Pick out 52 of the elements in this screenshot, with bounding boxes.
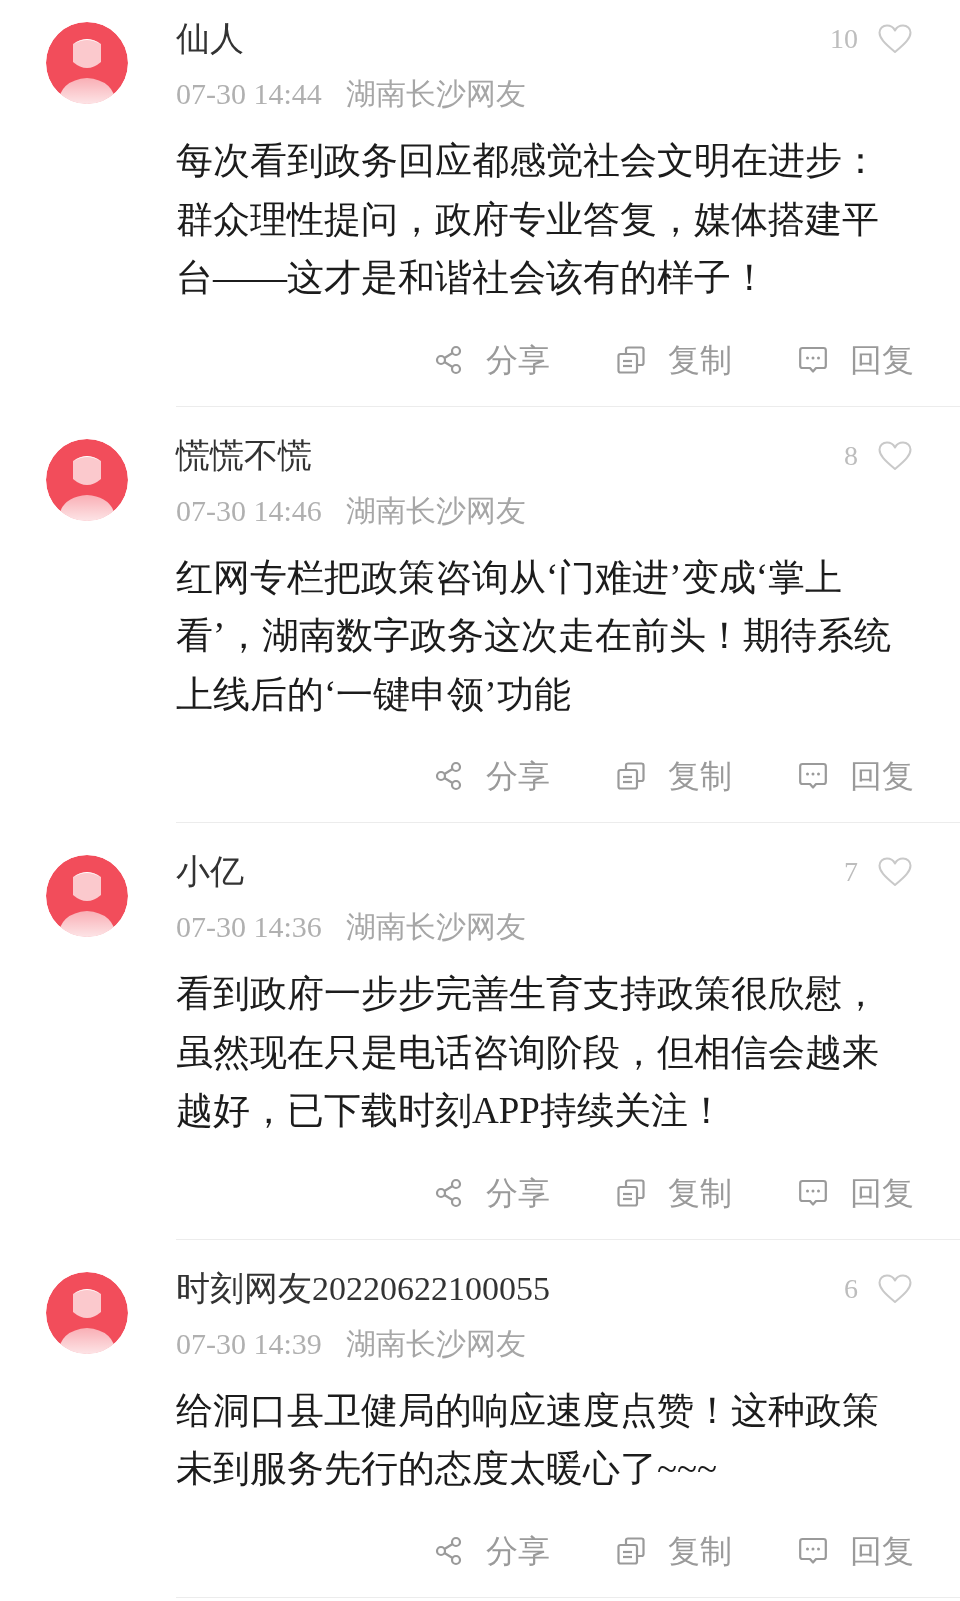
- heart-icon[interactable]: [878, 1273, 912, 1304]
- comment-location: 湖南长沙网友: [345, 492, 526, 529]
- heart-icon[interactable]: [878, 440, 912, 471]
- comment-location: 湖南长沙网友: [345, 76, 526, 112]
- copy-icon: [616, 1177, 646, 1208]
- comment-location: 湖南长沙网友: [345, 909, 526, 945]
- reply-button[interactable]: 回复: [798, 754, 914, 798]
- comment-bubble-icon: [798, 1177, 828, 1208]
- share-button[interactable]: 分享: [434, 337, 550, 382]
- share-icon: [434, 1177, 464, 1208]
- copy-icon: [616, 344, 646, 375]
- copy-button[interactable]: 复制: [616, 754, 732, 798]
- share-button[interactable]: 分享: [434, 1528, 550, 1573]
- avatar-icon: [46, 855, 128, 937]
- heart-icon[interactable]: [878, 857, 912, 887]
- username: 时刻网友20220622100055: [176, 1268, 550, 1309]
- copy-button[interactable]: 复制: [616, 1170, 732, 1215]
- comment-time: 07-30 14:46: [176, 492, 322, 529]
- share-icon: [434, 1535, 464, 1566]
- copy-icon: [616, 1535, 646, 1566]
- username: 慌慌不慌: [176, 435, 312, 476]
- like-count: 7: [844, 856, 858, 888]
- reply-button[interactable]: 回复: [798, 1170, 914, 1215]
- username: 小亿: [176, 852, 244, 892]
- comment-bubble-icon: [798, 344, 828, 375]
- share-button[interactable]: 分享: [434, 1170, 550, 1215]
- avatar-icon: [46, 22, 128, 104]
- reply-button[interactable]: 回复: [798, 337, 914, 382]
- like-count: 8: [844, 439, 858, 472]
- comment-text: 看到政府一步步完善生育支持政策很欣慰，虽然现在只是电话咨询阶段，但相信会越来越好，已下载时刻APP持续关注！: [176, 972, 880, 1133]
- avatar-icon: [46, 1271, 128, 1354]
- comment-time: 07-30 14:39: [176, 1325, 322, 1362]
- copy-button[interactable]: 复制: [616, 337, 732, 382]
- comment-bubble-icon: [798, 1535, 828, 1566]
- share-icon: [434, 761, 464, 791]
- avatar-icon: [46, 438, 128, 521]
- comment-time: 07-30 14:36: [176, 909, 322, 945]
- comment-text: 每次看到政务回应都感觉社会文明在进步：群众理性提问，政府专业答复，媒体搭建平台——这才是和谐社会该有的样子！: [176, 139, 880, 300]
- copy-icon: [616, 761, 646, 791]
- copy-button[interactable]: 复制: [616, 1528, 732, 1573]
- like-count: 6: [844, 1272, 858, 1305]
- comment-text: 给洞口县卫健局的响应速度点赞！这种政策未到服务先行的态度太暖心了~~~: [176, 1388, 880, 1491]
- reply-button[interactable]: 回复: [798, 1528, 914, 1573]
- comment-time: 07-30 14:44: [176, 76, 322, 112]
- like-count: 10: [830, 23, 858, 55]
- username: 仙人: [176, 19, 244, 59]
- share-button[interactable]: 分享: [434, 754, 550, 798]
- heart-icon[interactable]: [878, 24, 912, 54]
- comment-location: 湖南长沙网友: [345, 1325, 526, 1362]
- comment-text: 红网专栏把政策咨询从‘门难进’变成‘掌上看’，湖南数字政务这次走在前头！期待系统上线后的‘一键申领’功能: [176, 555, 893, 717]
- comment-bubble-icon: [798, 761, 828, 791]
- share-icon: [434, 344, 464, 375]
